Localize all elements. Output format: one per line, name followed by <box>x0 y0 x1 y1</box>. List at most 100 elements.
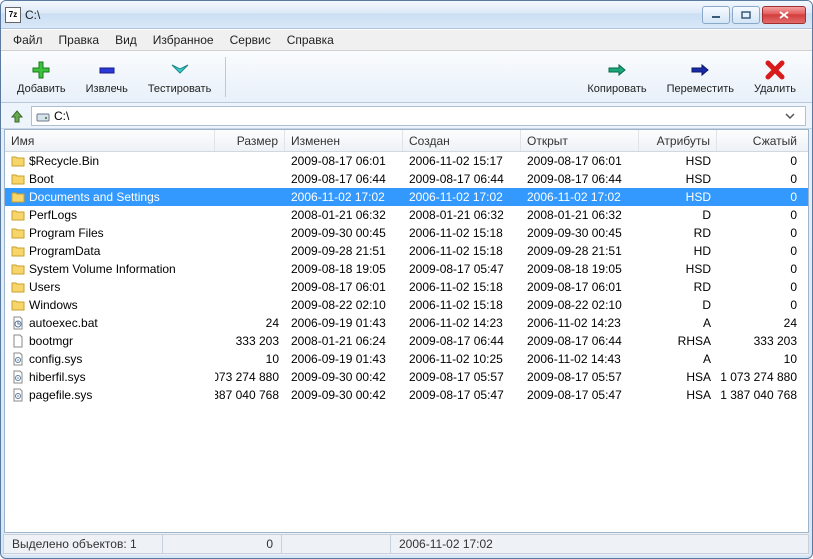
file-name: System Volume Information <box>29 262 176 276</box>
chevron-down-icon[interactable] <box>785 111 801 121</box>
sys-icon <box>11 352 25 366</box>
check-icon <box>168 58 192 82</box>
sys-icon <box>11 370 25 384</box>
file-modified: 2008-01-21 06:32 <box>285 208 403 222</box>
copy-button[interactable]: Копировать <box>577 56 656 97</box>
up-button[interactable] <box>7 106 27 126</box>
move-arrow-icon <box>688 58 712 82</box>
file-attr: D <box>639 208 717 222</box>
address-input[interactable]: C:\ <box>31 106 806 126</box>
extract-button[interactable]: Извлечь <box>76 56 138 97</box>
file-created: 2009-08-17 06:44 <box>403 334 521 348</box>
file-attr: HSD <box>639 154 717 168</box>
file-attr: RD <box>639 280 717 294</box>
table-row[interactable]: pagefile.sys1 387 040 7682009-09-30 00:4… <box>5 386 808 404</box>
file-packed: 24 <box>717 316 803 330</box>
folder-icon <box>11 298 25 312</box>
file-packed: 333 203 <box>717 334 803 348</box>
file-created: 2006-11-02 15:17 <box>403 154 521 168</box>
file-accessed: 2009-08-22 02:10 <box>521 298 639 312</box>
file-created: 2006-11-02 15:18 <box>403 298 521 312</box>
file-created: 2009-08-17 05:47 <box>403 262 521 276</box>
delete-x-icon <box>763 58 787 82</box>
file-modified: 2009-09-30 00:42 <box>285 370 403 384</box>
file-accessed: 2009-08-17 06:01 <box>521 154 639 168</box>
file-created: 2008-01-21 06:32 <box>403 208 521 222</box>
table-row[interactable]: Program Files2009-09-30 00:452006-11-02 … <box>5 224 808 242</box>
sys-icon <box>11 388 25 402</box>
file-created: 2006-11-02 17:02 <box>403 190 521 204</box>
menu-favorites[interactable]: Избранное <box>145 31 222 49</box>
window-frame: 7z C:\ Файл Правка Вид Избранное Сервис … <box>0 0 813 559</box>
address-text: C:\ <box>54 109 69 123</box>
folder-icon <box>11 280 25 294</box>
col-created[interactable]: Создан <box>403 130 521 151</box>
col-size[interactable]: Размер <box>215 130 285 151</box>
menubar: Файл Правка Вид Избранное Сервис Справка <box>1 29 812 51</box>
table-row[interactable]: Users2009-08-17 06:012006-11-02 15:18200… <box>5 278 808 296</box>
file-list[interactable]: $Recycle.Bin2009-08-17 06:012006-11-02 1… <box>5 152 808 532</box>
col-modified[interactable]: Изменен <box>285 130 403 151</box>
move-button[interactable]: Переместить <box>657 56 744 97</box>
file-attr: HSD <box>639 172 717 186</box>
table-row[interactable]: config.sys102006-09-19 01:432006-11-02 1… <box>5 350 808 368</box>
titlebar[interactable]: 7z C:\ <box>1 1 812 29</box>
file-attr: A <box>639 316 717 330</box>
file-name: $Recycle.Bin <box>29 154 99 168</box>
table-row[interactable]: Boot2009-08-17 06:442009-08-17 06:442009… <box>5 170 808 188</box>
file-created: 2009-08-17 06:44 <box>403 172 521 186</box>
status-blank <box>281 534 391 554</box>
table-row[interactable]: PerfLogs2008-01-21 06:322008-01-21 06:32… <box>5 206 808 224</box>
table-row[interactable]: Documents and Settings2006-11-02 17:0220… <box>5 188 808 206</box>
file-size: 10 <box>215 352 285 366</box>
close-button[interactable] <box>762 6 806 24</box>
file-attr: HSD <box>639 262 717 276</box>
menu-tools[interactable]: Сервис <box>222 31 279 49</box>
status-size: 0 <box>162 534 282 554</box>
table-row[interactable]: Windows2009-08-22 02:102006-11-02 15:182… <box>5 296 808 314</box>
bat-icon <box>11 316 25 330</box>
add-button[interactable]: Добавить <box>7 56 76 97</box>
file-created: 2006-11-02 14:23 <box>403 316 521 330</box>
col-packed[interactable]: Сжатый <box>717 130 803 151</box>
menu-file[interactable]: Файл <box>5 31 51 49</box>
file-created: 2006-11-02 15:18 <box>403 280 521 294</box>
file-packed: 10 <box>717 352 803 366</box>
test-button[interactable]: Тестировать <box>138 56 222 97</box>
file-accessed: 2006-11-02 14:23 <box>521 316 639 330</box>
delete-button[interactable]: Удалить <box>744 56 806 97</box>
file-packed: 0 <box>717 262 803 276</box>
col-accessed[interactable]: Открыт <box>521 130 639 151</box>
col-name[interactable]: Имя <box>5 130 215 151</box>
menu-edit[interactable]: Правка <box>51 31 108 49</box>
table-row[interactable]: $Recycle.Bin 2009-08-17 06:012006-11-02 1… <box>5 152 808 170</box>
file-accessed: 2006-11-02 17:02 <box>521 190 639 204</box>
file-name: bootmgr <box>29 334 73 348</box>
menu-help[interactable]: Справка <box>279 31 342 49</box>
table-row[interactable]: ProgramData2009-09-28 21:512006-11-02 15… <box>5 242 808 260</box>
table-row[interactable]: System Volume Information 2009-08-18 19:0… <box>5 260 808 278</box>
table-row[interactable]: bootmgr333 2032008-01-21 06:242009-08-17… <box>5 332 808 350</box>
table-row[interactable]: hiberfil.sys1 073 274 8802009-09-30 00:4… <box>5 368 808 386</box>
plus-icon <box>29 58 53 82</box>
minimize-button[interactable] <box>702 6 730 24</box>
minus-icon <box>95 58 119 82</box>
statusbar: Выделено объектов: 1 0 2006-11-02 17:02 <box>4 533 809 555</box>
file-accessed: 2009-08-17 06:01 <box>521 280 639 294</box>
table-row[interactable]: autoexec.bat242006-09-19 01:432006-11-02… <box>5 314 808 332</box>
file-modified: 2009-08-22 02:10 <box>285 298 403 312</box>
file-size: 24 <box>215 316 285 330</box>
test-label: Тестировать <box>148 83 212 95</box>
status-selected: Выделено объектов: 1 <box>3 534 163 554</box>
folder-icon <box>11 190 25 204</box>
col-attributes[interactable]: Атрибуты <box>639 130 717 151</box>
file-modified: 2006-09-19 01:43 <box>285 316 403 330</box>
maximize-button[interactable] <box>732 6 760 24</box>
file-packed: 0 <box>717 190 803 204</box>
file-created: 2006-11-02 15:18 <box>403 244 521 258</box>
file-accessed: 2009-08-18 19:05 <box>521 262 639 276</box>
folder-icon <box>11 172 25 186</box>
menu-view[interactable]: Вид <box>107 31 145 49</box>
file-accessed: 2009-08-17 06:44 <box>521 334 639 348</box>
file-packed: 0 <box>717 208 803 222</box>
